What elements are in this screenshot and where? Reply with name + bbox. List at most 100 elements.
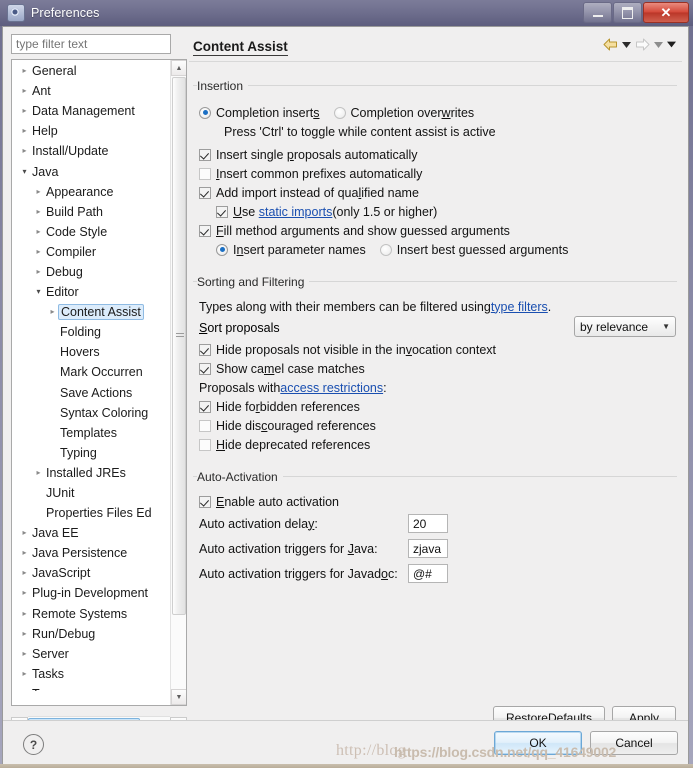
tree-collapsed-arrow-icon[interactable]: ▸ <box>32 227 45 236</box>
hide-forbidden-checkbox[interactable] <box>199 400 211 413</box>
auto-activation-java-input[interactable] <box>408 539 448 558</box>
tree-collapsed-arrow-icon[interactable]: ▸ <box>18 649 31 658</box>
tree-expanded-arrow-icon[interactable]: ▾ <box>32 288 45 296</box>
sidebar-item-editor[interactable]: ▾ Editor <box>12 282 171 302</box>
ok-button[interactable]: OK <box>494 731 582 755</box>
hide-discouraged-checkbox[interactable] <box>199 419 211 432</box>
fill-method-arguments-row[interactable]: Fill method arguments and show guessed a… <box>199 221 680 240</box>
tree-collapsed-arrow-icon[interactable]: ▸ <box>32 247 45 256</box>
sidebar-item-plug-in-development[interactable]: ▸ Plug-in Development <box>12 583 171 603</box>
sidebar-item-debug[interactable]: ▸ Debug <box>12 262 171 282</box>
back-arrow-icon[interactable] <box>603 38 618 51</box>
insert-single-proposals-checkbox[interactable] <box>199 148 211 161</box>
sidebar-item-run-debug[interactable]: ▸ Run/Debug <box>12 624 171 644</box>
insert-parameter-names-radio[interactable] <box>216 243 228 256</box>
sidebar-item-installed-jres[interactable]: ▸ Installed JREs <box>12 463 171 483</box>
sidebar-item-compiler[interactable]: ▸ Compiler <box>12 242 171 262</box>
hide-not-visible-checkbox[interactable] <box>199 343 211 356</box>
tree-collapsed-arrow-icon[interactable]: ▸ <box>18 569 31 577</box>
back-menu-chevron-down-icon[interactable] <box>622 40 631 49</box>
static-imports-checkbox[interactable] <box>216 205 228 218</box>
sidebar-item-typing[interactable]: ▸Typing <box>12 443 171 463</box>
enable-auto-activation-row[interactable]: Enable auto activation <box>199 492 680 511</box>
scroll-down-icon[interactable]: ▼ <box>171 689 186 705</box>
sidebar-item-hovers[interactable]: ▸Hovers <box>12 342 171 362</box>
access-restrictions-link[interactable]: access restrictions <box>280 381 383 395</box>
sidebar-item-properties-files-ed[interactable]: ▸Properties Files Ed <box>12 503 171 523</box>
tree-collapsed-arrow-icon[interactable]: ▸ <box>18 529 31 537</box>
sidebar-item-install-update[interactable]: ▸ Install/Update <box>12 141 171 161</box>
type-filters-link[interactable]: type filters <box>491 300 548 314</box>
show-camel-case-checkbox[interactable] <box>199 362 211 375</box>
tree-collapsed-arrow-icon[interactable]: ▸ <box>18 147 31 155</box>
tree-collapsed-arrow-icon[interactable]: ▸ <box>32 468 45 477</box>
tree-collapsed-arrow-icon[interactable]: ▸ <box>32 267 45 276</box>
tree-expanded-arrow-icon[interactable]: ▾ <box>18 167 31 176</box>
sidebar-item-appearance[interactable]: ▸ Appearance <box>12 182 171 202</box>
insert-single-proposals-row[interactable]: Insert single proposals automatically <box>199 145 680 164</box>
tree-collapsed-arrow-icon[interactable]: ▸ <box>18 67 31 75</box>
cancel-button[interactable]: Cancel <box>590 731 678 755</box>
sidebar-item-team[interactable]: ▸Team <box>12 684 171 691</box>
completion-overwrites-label[interactable]: Completion overwrites <box>351 106 475 120</box>
insert-parameter-names-label[interactable]: Insert parameter names <box>233 243 366 257</box>
sidebar-item-templates[interactable]: ▸Templates <box>12 423 171 443</box>
hide-forbidden-row[interactable]: Hide forbidden references <box>199 397 680 416</box>
auto-activation-delay-input[interactable] <box>408 514 448 533</box>
sidebar-item-folding[interactable]: ▸Folding <box>12 322 171 342</box>
tree-collapsed-arrow-icon[interactable]: ▸ <box>18 87 31 95</box>
view-menu-chevron-down-icon[interactable] <box>667 40 676 49</box>
tree-collapsed-arrow-icon[interactable]: ▸ <box>18 589 31 597</box>
tree-collapsed-arrow-icon[interactable]: ▸ <box>18 669 31 678</box>
maximize-button[interactable] <box>613 2 642 23</box>
sidebar-item-syntax-coloring[interactable]: ▸Syntax Coloring <box>12 403 171 423</box>
help-icon[interactable]: ? <box>23 734 44 755</box>
sidebar-item-junit[interactable]: ▸JUnit <box>12 483 171 503</box>
hide-discouraged-row[interactable]: Hide discouraged references <box>199 416 680 435</box>
sidebar-item-mark-occurren[interactable]: ▸Mark Occurren <box>12 362 171 382</box>
sidebar-item-remote-systems[interactable]: ▸ Remote Systems <box>12 604 171 624</box>
sidebar-item-ant[interactable]: ▸ Ant <box>12 81 171 101</box>
tree-collapsed-arrow-icon[interactable]: ▸ <box>18 549 31 557</box>
forward-menu-chevron-down-icon[interactable] <box>654 40 663 49</box>
sidebar-item-javascript[interactable]: ▸ JavaScript <box>12 563 171 583</box>
tree-collapsed-arrow-icon[interactable]: ▸ <box>18 609 31 618</box>
preferences-tree[interactable]: ▸ General ▸ Ant ▸ Data Management ▸ Help ▸ Instal… <box>11 59 187 706</box>
filter-input[interactable] <box>11 34 171 54</box>
insert-best-guessed-label[interactable]: Insert best guessed arguments <box>397 243 569 257</box>
tree-collapsed-arrow-icon[interactable]: ▸ <box>32 187 45 196</box>
close-button[interactable]: ✕ <box>643 2 689 23</box>
sidebar-item-data-management[interactable]: ▸ Data Management <box>12 101 171 121</box>
auto-activation-javadoc-input[interactable] <box>408 564 448 583</box>
tree-collapsed-arrow-icon[interactable]: ▸ <box>18 107 31 115</box>
vertical-scroll-thumb[interactable] <box>172 77 186 615</box>
sidebar-item-java[interactable]: ▾ Java <box>12 161 171 181</box>
tree-collapsed-arrow-icon[interactable]: ▸ <box>18 127 31 135</box>
sidebar-item-code-style[interactable]: ▸ Code Style <box>12 222 171 242</box>
sidebar-item-java-ee[interactable]: ▸ Java EE <box>12 523 171 543</box>
insert-common-prefixes-checkbox[interactable] <box>199 167 211 180</box>
fill-method-arguments-checkbox[interactable] <box>199 224 211 237</box>
hide-not-visible-row[interactable]: Hide proposals not visible in the invoca… <box>199 340 680 359</box>
static-imports-row[interactable]: Use static imports (only 1.5 or higher) <box>216 202 680 221</box>
tree-vertical-scrollbar[interactable]: ▲ ▼ <box>170 60 186 705</box>
insert-common-prefixes-row[interactable]: Insert common prefixes automatically <box>199 164 680 183</box>
scroll-up-icon[interactable]: ▲ <box>171 60 186 76</box>
minimize-button[interactable] <box>583 2 612 23</box>
tree-collapsed-arrow-icon[interactable]: ▸ <box>18 689 31 691</box>
sidebar-item-server[interactable]: ▸ Server <box>12 644 171 664</box>
sort-proposals-select[interactable]: by relevance ▼ <box>574 316 676 337</box>
tree-collapsed-arrow-icon[interactable]: ▸ <box>32 207 45 216</box>
sidebar-item-general[interactable]: ▸ General <box>12 61 171 81</box>
tree-collapsed-arrow-icon[interactable]: ▸ <box>18 629 31 638</box>
static-imports-link[interactable]: static imports <box>259 205 333 219</box>
completion-inserts-radio[interactable] <box>199 106 211 119</box>
completion-overwrites-radio[interactable] <box>333 106 346 119</box>
add-import-row[interactable]: Add import instead of qualified name <box>199 183 680 202</box>
sidebar-item-help[interactable]: ▸ Help <box>12 121 171 141</box>
add-import-checkbox[interactable] <box>199 186 211 199</box>
completion-inserts-label[interactable]: Completion inserts <box>216 106 320 120</box>
show-camel-case-row[interactable]: Show camel case matches <box>199 359 680 378</box>
sidebar-item-tasks[interactable]: ▸ Tasks <box>12 664 171 684</box>
forward-arrow-icon[interactable] <box>635 38 650 51</box>
